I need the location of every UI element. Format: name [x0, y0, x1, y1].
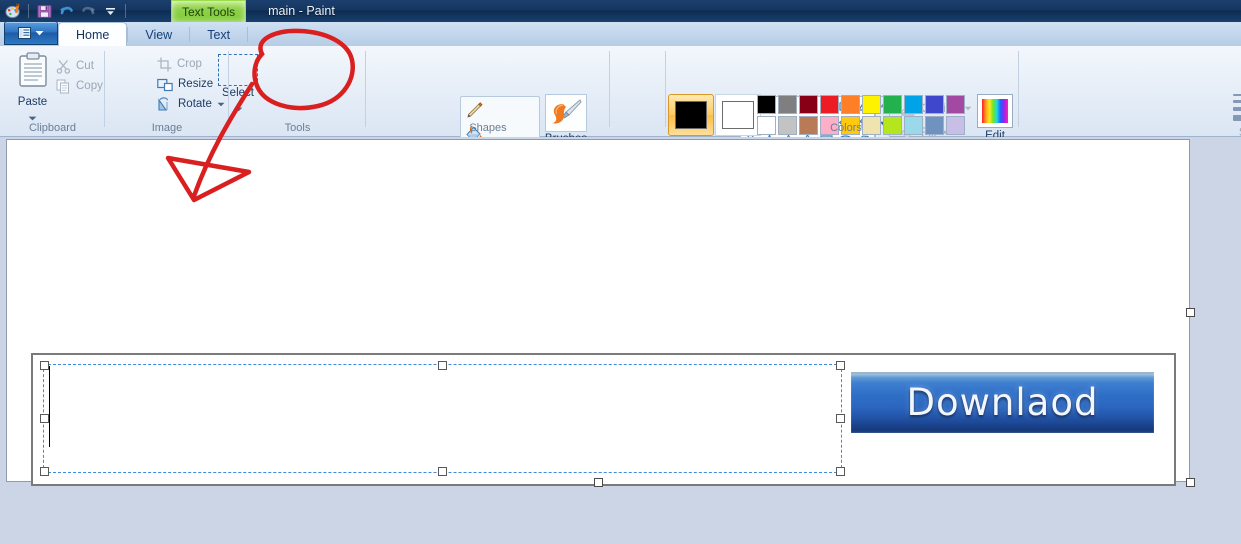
paste-chevron-down-icon	[28, 116, 37, 121]
rotate-button[interactable]: Rotate	[157, 94, 225, 114]
rainbow-gradient-icon	[982, 99, 1008, 123]
color1-swatch	[675, 101, 707, 129]
window-title: main - Paint	[268, 4, 335, 18]
file-menu-button[interactable]	[4, 21, 58, 45]
title-bar: Text Tools main - Paint	[0, 0, 1241, 22]
palette-swatch-0-0[interactable]	[756, 94, 777, 115]
text-caret	[49, 366, 50, 447]
palette-swatch-0-9[interactable]	[945, 94, 966, 115]
paint-window: Text Tools main - Paint Home View Text P…	[0, 0, 1241, 544]
textbox-handle-top-left[interactable]	[40, 361, 49, 370]
cut-icon	[56, 59, 71, 74]
group-label-image: Image	[151, 122, 183, 134]
ribbon-group-size: Size	[610, 46, 1241, 139]
swatch-color	[757, 95, 776, 114]
chevron-down-icon	[35, 31, 44, 36]
copy-icon	[56, 79, 69, 93]
paste-label: Paste	[17, 96, 48, 108]
paste-button[interactable]: Paste	[10, 52, 55, 126]
textbox-handle-bottom-left[interactable]	[40, 467, 49, 476]
edit-colors-icon	[977, 94, 1013, 128]
swatch-color	[862, 95, 881, 114]
group-label-tools: Tools	[284, 122, 311, 134]
rotate-label: Rotate	[178, 98, 212, 110]
canvas-paper[interactable]: Downlaod	[7, 140, 1189, 486]
cut-label: Cut	[76, 60, 94, 72]
tab-view[interactable]: View	[128, 24, 189, 46]
palette-swatch-0-2[interactable]	[798, 94, 819, 115]
download-button-text: Downlaod	[906, 381, 1099, 424]
size-line-2	[1233, 100, 1241, 103]
redo-icon	[78, 2, 98, 21]
crop-icon	[157, 57, 172, 71]
ribbon-group-image: Select Crop Resize Rotate Image	[105, 46, 258, 136]
tab-divider-3	[247, 27, 249, 42]
group-label-shapes: Shapes	[469, 122, 507, 134]
resize-icon	[157, 78, 173, 91]
ribbon: Paste Cut Copy Clipboard Select Crop Res…	[0, 46, 1241, 240]
swatch-color	[799, 95, 818, 114]
canvas-resize-handle-corner[interactable]	[1186, 478, 1195, 487]
contextual-tab-text-tools[interactable]: Text Tools	[171, 0, 247, 22]
swatch-color	[778, 95, 797, 114]
download-button-image: Downlaod	[851, 372, 1154, 433]
group-label-clipboard: Clipboard	[28, 122, 77, 134]
ribbon-group-tools: A	[229, 46, 587, 240]
swatch-color	[946, 95, 965, 114]
palette-swatch-0-5[interactable]	[861, 94, 882, 115]
swatch-color	[925, 95, 944, 114]
size-line-4	[1233, 115, 1241, 121]
swatch-color	[841, 95, 860, 114]
canvas-resize-handle-right[interactable]	[1186, 308, 1195, 317]
group-label-colors: Colors	[830, 122, 862, 134]
tab-text[interactable]: Text	[190, 24, 247, 46]
palette-row	[756, 94, 966, 115]
canvas-resize-handle-bottom[interactable]	[594, 478, 603, 487]
ribbon-group-clipboard: Paste Cut Copy Clipboard	[0, 46, 105, 136]
save-icon[interactable]	[34, 2, 54, 21]
ribbon-group-colors: Color 1 Color 2 Edit colors Colors	[666, 46, 1021, 163]
size-line-1	[1233, 94, 1241, 96]
quick-access-toolbar	[0, 0, 129, 22]
palette-swatch-0-7[interactable]	[903, 94, 924, 115]
palette-swatch-0-3[interactable]	[819, 94, 840, 115]
size-line-3	[1233, 107, 1241, 111]
palette-swatch-0-1[interactable]	[777, 94, 798, 115]
customize-qat-icon[interactable]	[100, 2, 120, 21]
copy-label: Copy	[76, 80, 103, 92]
palette-swatch-0-4[interactable]	[840, 94, 861, 115]
textbox-handle-bottom-center[interactable]	[438, 467, 447, 476]
ribbon-group-shapes: Outline Fill Shapes	[366, 46, 972, 150]
qat-divider-2	[125, 4, 126, 18]
undo-icon[interactable]	[56, 2, 76, 21]
text-edit-box[interactable]	[43, 364, 842, 473]
tab-home[interactable]: Home	[58, 22, 128, 46]
group-divider-colors	[1018, 51, 1019, 127]
cut-button[interactable]: Cut	[56, 56, 103, 76]
qat-divider-1	[28, 4, 29, 18]
color1-swatch-frame	[668, 94, 714, 136]
textbox-handle-middle-left[interactable]	[40, 414, 49, 423]
copy-button[interactable]: Copy	[56, 76, 103, 96]
canvas-work-area: Downlaod	[0, 137, 1241, 544]
rotate-chevron-down-icon	[217, 102, 225, 106]
crop-button[interactable]: Crop	[157, 54, 225, 74]
swatch-color	[904, 95, 923, 114]
textbox-handle-top-right[interactable]	[836, 361, 845, 370]
textbox-handle-top-center[interactable]	[438, 361, 447, 370]
swatch-color	[820, 95, 839, 114]
ribbon-tab-strip: Home View Text	[0, 21, 1241, 46]
textbox-handle-middle-right[interactable]	[836, 414, 845, 423]
resize-label: Resize	[178, 78, 214, 90]
palette-swatch-0-8[interactable]	[924, 94, 945, 115]
textbox-handle-bottom-right[interactable]	[836, 467, 845, 476]
paste-icon	[18, 52, 47, 87]
palette-swatch-0-6[interactable]	[882, 94, 903, 115]
resize-button[interactable]: Resize	[157, 74, 225, 94]
swatch-color	[883, 95, 902, 114]
rotate-icon	[158, 96, 169, 111]
crop-label: Crop	[177, 58, 202, 70]
paint-app-icon[interactable]	[3, 2, 23, 21]
